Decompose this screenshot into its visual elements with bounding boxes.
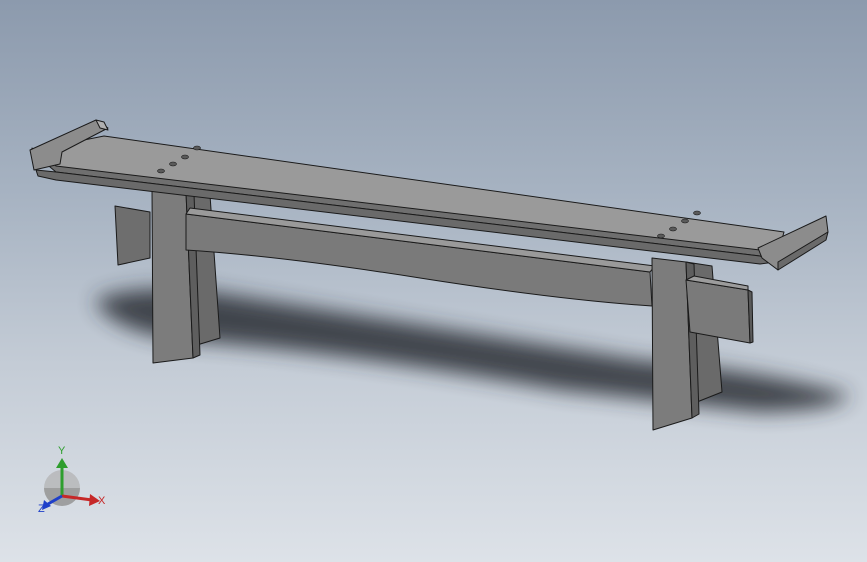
graphics-viewport[interactable]: Y X Z — [0, 0, 867, 562]
axis-triad[interactable]: Y X Z — [30, 440, 120, 530]
left-back-tenon[interactable] — [114, 205, 151, 266]
y-axis-label: Y — [58, 445, 66, 457]
z-axis-label: Z — [38, 503, 45, 515]
x-axis-label: X — [98, 495, 106, 507]
bench-model[interactable] — [0, 0, 867, 562]
y-axis-arrow — [56, 458, 68, 468]
